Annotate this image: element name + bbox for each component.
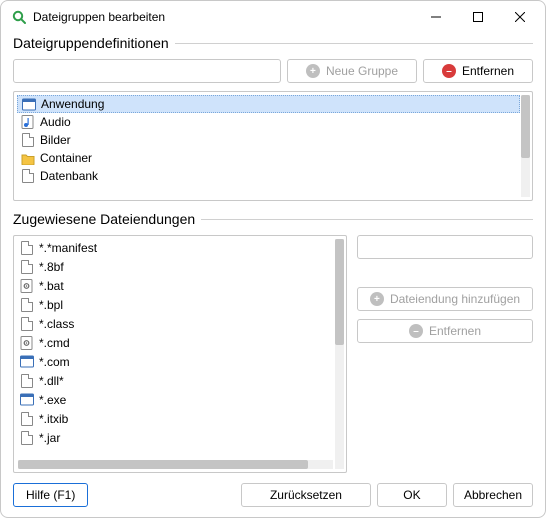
extensions-hscrollbar[interactable] [18,460,333,469]
group-item[interactable]: Container [17,149,520,167]
minimize-button[interactable] [415,2,457,32]
window-title: Dateigruppen bearbeiten [33,10,415,24]
window: Dateigruppen bearbeiten Dateigruppendefi… [0,0,546,518]
extension-item[interactable]: *.*manifest [18,238,333,257]
window-icon [22,98,36,111]
maximize-button[interactable] [457,2,499,32]
extension-item-label: *.bpl [39,298,63,312]
extension-item-label: *.class [39,317,74,331]
group-item[interactable]: Audio [17,113,520,131]
group-item[interactable]: Bilder [17,131,520,149]
group-item-label: Bilder [40,133,71,147]
extension-input[interactable] [357,235,533,259]
divider [175,43,533,44]
add-extension-button[interactable]: + Dateiendung hinzufügen [357,287,533,311]
remove-group-label: Entfernen [462,64,514,78]
extensions-listbox[interactable]: *.*manifest *.8bf *.bat *.bpl *.class *.cmd *.… [13,235,347,473]
gear-icon [20,336,34,350]
note-icon [21,116,35,129]
file-icon [20,412,34,426]
reset-button[interactable]: Zurücksetzen [241,483,371,507]
definitions-toolbar: + Neue Gruppe – Entfernen [13,59,533,83]
extensions-area: *.*manifest *.8bf *.bat *.bpl *.class *.cmd *.… [13,235,533,473]
file-icon [20,260,34,274]
file-icon [20,431,34,445]
extension-item-label: *.dll* [39,374,64,388]
extension-item-label: *.jar [39,431,60,445]
window-buttons [415,2,541,32]
definitions-header: Dateigruppendefinitionen [13,35,533,51]
extension-item[interactable]: *.dll* [18,371,333,390]
extensions-scrollbar[interactable] [335,239,344,469]
file-icon [20,241,34,255]
group-item[interactable]: Datenbank [17,167,520,185]
extension-item[interactable]: *.jar [18,428,333,447]
group-item-label: Container [40,151,92,165]
extensions-controls: + Dateiendung hinzufügen – Entfernen [357,235,533,473]
footer: Hilfe (F1) Zurücksetzen OK Abbrechen [13,473,533,507]
group-item-label: Audio [40,115,71,129]
extension-item-label: *.*manifest [39,241,97,255]
window-icon [20,393,34,407]
extension-item[interactable]: *.itxib [18,409,333,428]
reset-label: Zurücksetzen [270,488,342,502]
extension-item[interactable]: *.cmd [18,333,333,352]
ok-label: OK [403,488,420,502]
plus-icon: + [306,64,320,78]
file-icon [21,170,35,183]
cancel-label: Abbrechen [464,488,522,502]
extension-item-label: *.cmd [39,336,70,350]
group-name-input[interactable] [13,59,281,83]
titlebar: Dateigruppen bearbeiten [1,1,545,33]
extensions-header: Zugewiesene Dateiendungen [13,211,533,227]
extension-item[interactable]: *.bat [18,276,333,295]
definitions-title: Dateigruppendefinitionen [13,35,169,51]
extension-item-label: *.itxib [39,412,68,426]
extension-item-label: *.com [39,355,70,369]
file-icon [20,374,34,388]
extensions-title: Zugewiesene Dateiendungen [13,211,195,227]
help-button[interactable]: Hilfe (F1) [13,483,88,507]
group-item[interactable]: Anwendung [17,95,520,113]
add-extension-label: Dateiendung hinzufügen [390,292,520,306]
group-item-label: Datenbank [40,169,98,183]
divider [201,219,533,220]
close-button[interactable] [499,2,541,32]
extension-item[interactable]: *.exe [18,390,333,409]
minus-icon: – [409,324,423,338]
extension-item[interactable]: *.class [18,314,333,333]
file-icon [20,317,34,331]
file-icon [21,134,35,147]
extension-item[interactable]: *.bpl [18,295,333,314]
app-icon [11,9,27,25]
content: Dateigruppendefinitionen + Neue Gruppe –… [1,33,545,517]
remove-extension-label: Entfernen [429,324,481,338]
ok-button[interactable]: OK [377,483,447,507]
cancel-button[interactable]: Abbrechen [453,483,533,507]
help-label: Hilfe (F1) [26,488,75,502]
remove-group-button[interactable]: – Entfernen [423,59,533,83]
file-icon [20,298,34,312]
minus-icon: – [442,64,456,78]
new-group-label: Neue Gruppe [326,64,398,78]
extension-item[interactable]: *.com [18,352,333,371]
folder-icon [21,152,35,165]
extension-item[interactable]: *.8bf [18,257,333,276]
window-icon [20,355,34,369]
gear-icon [20,279,34,293]
groups-scrollbar[interactable] [521,95,530,197]
groups-listbox[interactable]: Anwendung Audio Bilder Container Datenbank [13,91,533,201]
extension-item-label: *.exe [39,393,66,407]
extension-item-label: *.8bf [39,260,64,274]
plus-icon: + [370,292,384,306]
remove-extension-button[interactable]: – Entfernen [357,319,533,343]
new-group-button[interactable]: + Neue Gruppe [287,59,417,83]
extension-item-label: *.bat [39,279,64,293]
group-item-label: Anwendung [41,97,104,111]
